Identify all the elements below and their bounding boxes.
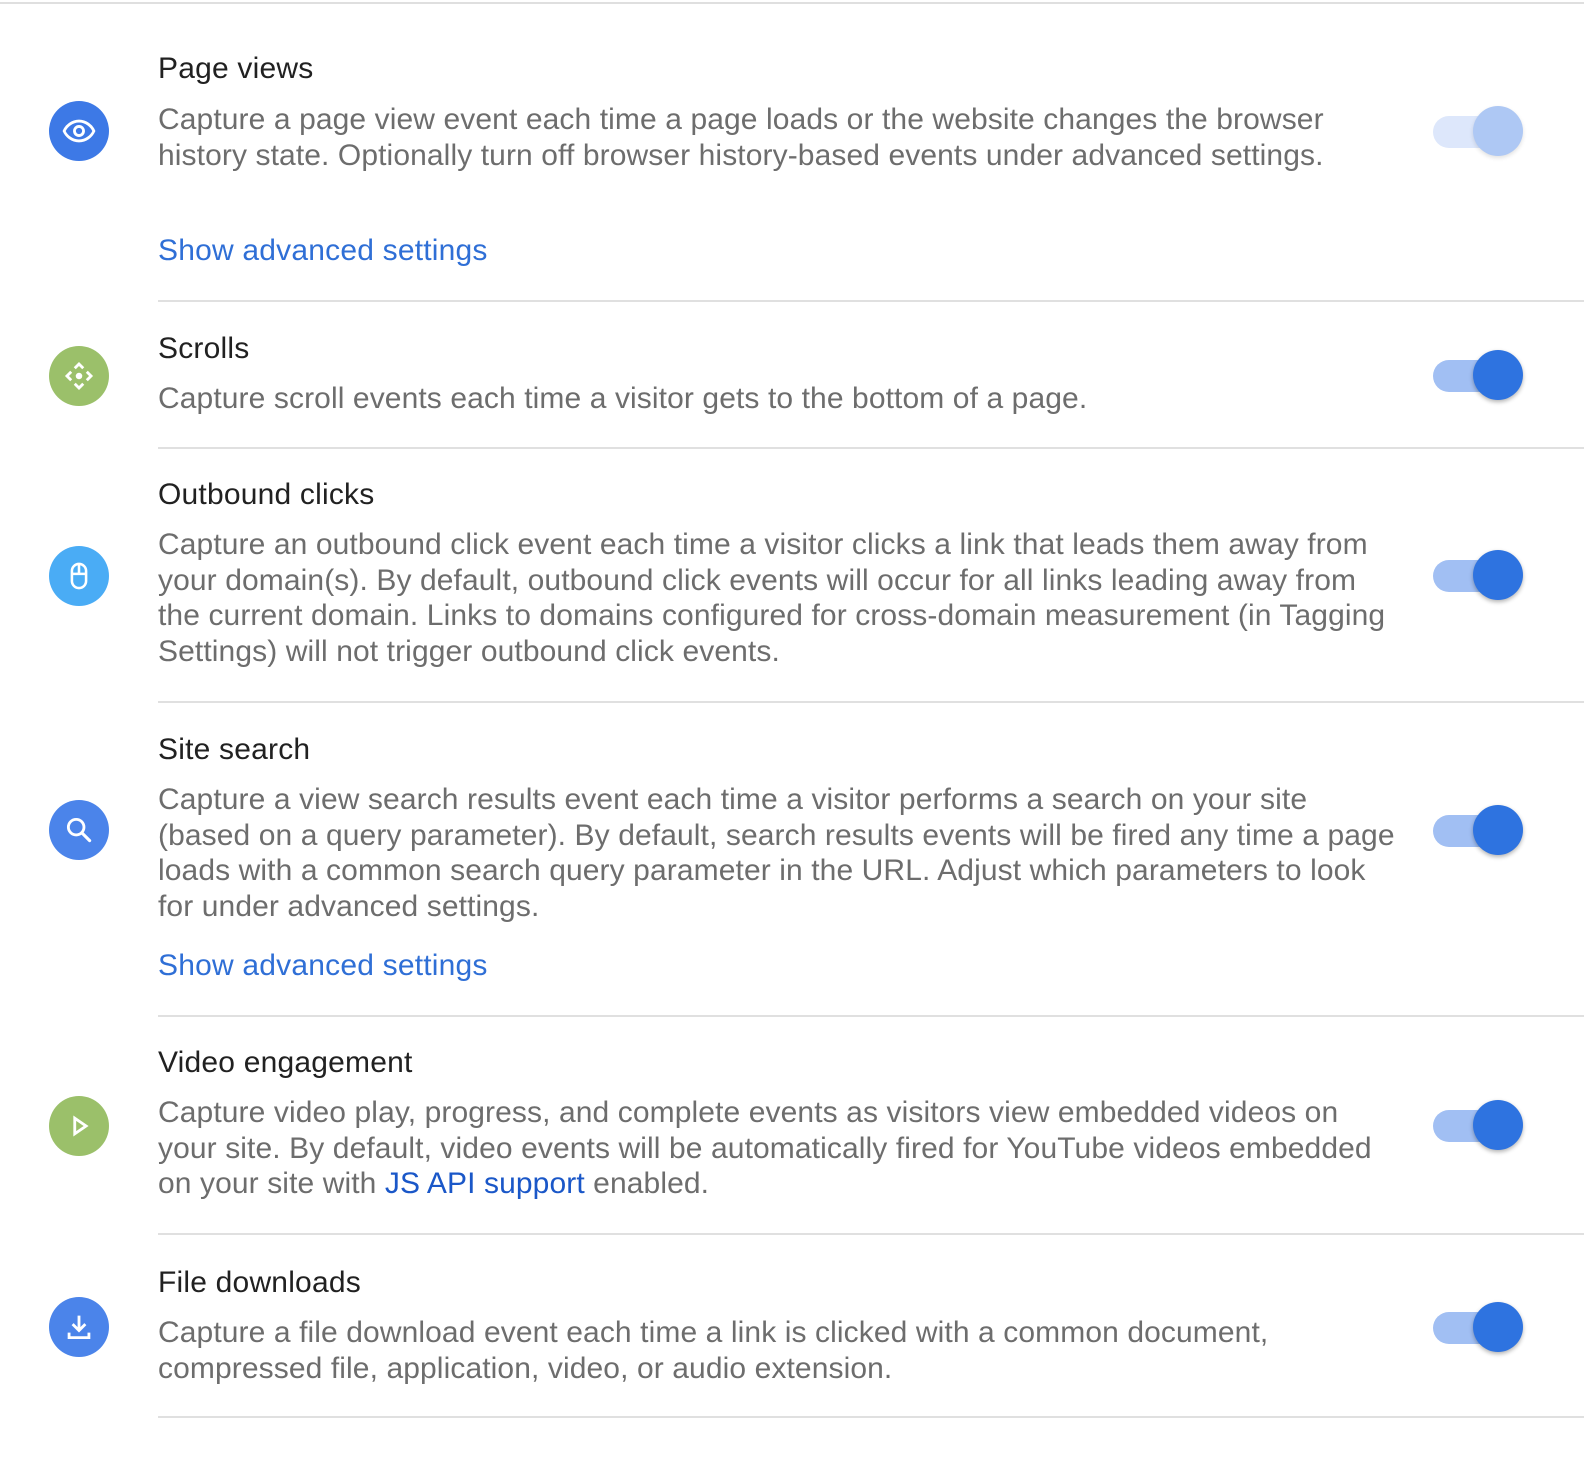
setting-title: Page views: [158, 52, 314, 85]
file-downloads-toggle[interactable]: [1433, 1302, 1523, 1352]
description-text: enabled.: [584, 1167, 710, 1200]
setting-description: Capture a file download event each time …: [158, 1316, 1269, 1385]
setting-title: File downloads: [158, 1266, 361, 1299]
setting-title: Site search: [158, 733, 311, 766]
toggle-knob: [1473, 805, 1523, 855]
show-advanced-settings-link[interactable]: Show advanced settings: [158, 949, 488, 983]
setting-description: Capture an outbound click event each tim…: [158, 528, 1386, 668]
toggle-knob: [1473, 350, 1523, 400]
mouse-icon: [49, 546, 109, 606]
setting-description: Capture video play, progress, and comple…: [158, 1095, 1398, 1202]
scroll-arrows-icon: [49, 346, 109, 406]
video-engagement-toggle[interactable]: [1433, 1100, 1523, 1150]
divider: [158, 1015, 1584, 1017]
site-search-toggle[interactable]: [1433, 805, 1523, 855]
setting-description: Capture a view search results event each…: [158, 783, 1395, 923]
page-views-toggle[interactable]: [1433, 106, 1523, 156]
toggle-knob: [1473, 1100, 1523, 1150]
top-divider: [0, 2, 1584, 4]
toggle-knob: [1473, 106, 1523, 156]
setting-title: Outbound clicks: [158, 478, 375, 511]
toggle-knob: [1473, 550, 1523, 600]
scrolls-toggle[interactable]: [1433, 350, 1523, 400]
divider: [158, 300, 1584, 302]
download-icon: [49, 1297, 109, 1357]
search-icon: [49, 800, 109, 860]
eye-icon: [49, 101, 109, 161]
setting-description: Capture scroll events each time a visito…: [158, 382, 1088, 415]
description-text: Capture video play, progress, and comple…: [158, 1096, 1372, 1200]
outbound-clicks-toggle[interactable]: [1433, 550, 1523, 600]
divider: [158, 701, 1584, 703]
setting-title: Scrolls: [158, 332, 250, 365]
divider: [158, 1416, 1584, 1418]
divider: [158, 447, 1584, 449]
divider: [158, 1233, 1584, 1235]
setting-description: Capture a page view event each time a pa…: [158, 103, 1324, 172]
play-icon: [49, 1096, 109, 1156]
setting-title: Video engagement: [158, 1046, 413, 1079]
toggle-knob: [1473, 1302, 1523, 1352]
show-advanced-settings-link[interactable]: Show advanced settings: [158, 234, 488, 268]
js-api-support-link[interactable]: JS API support: [385, 1167, 585, 1200]
